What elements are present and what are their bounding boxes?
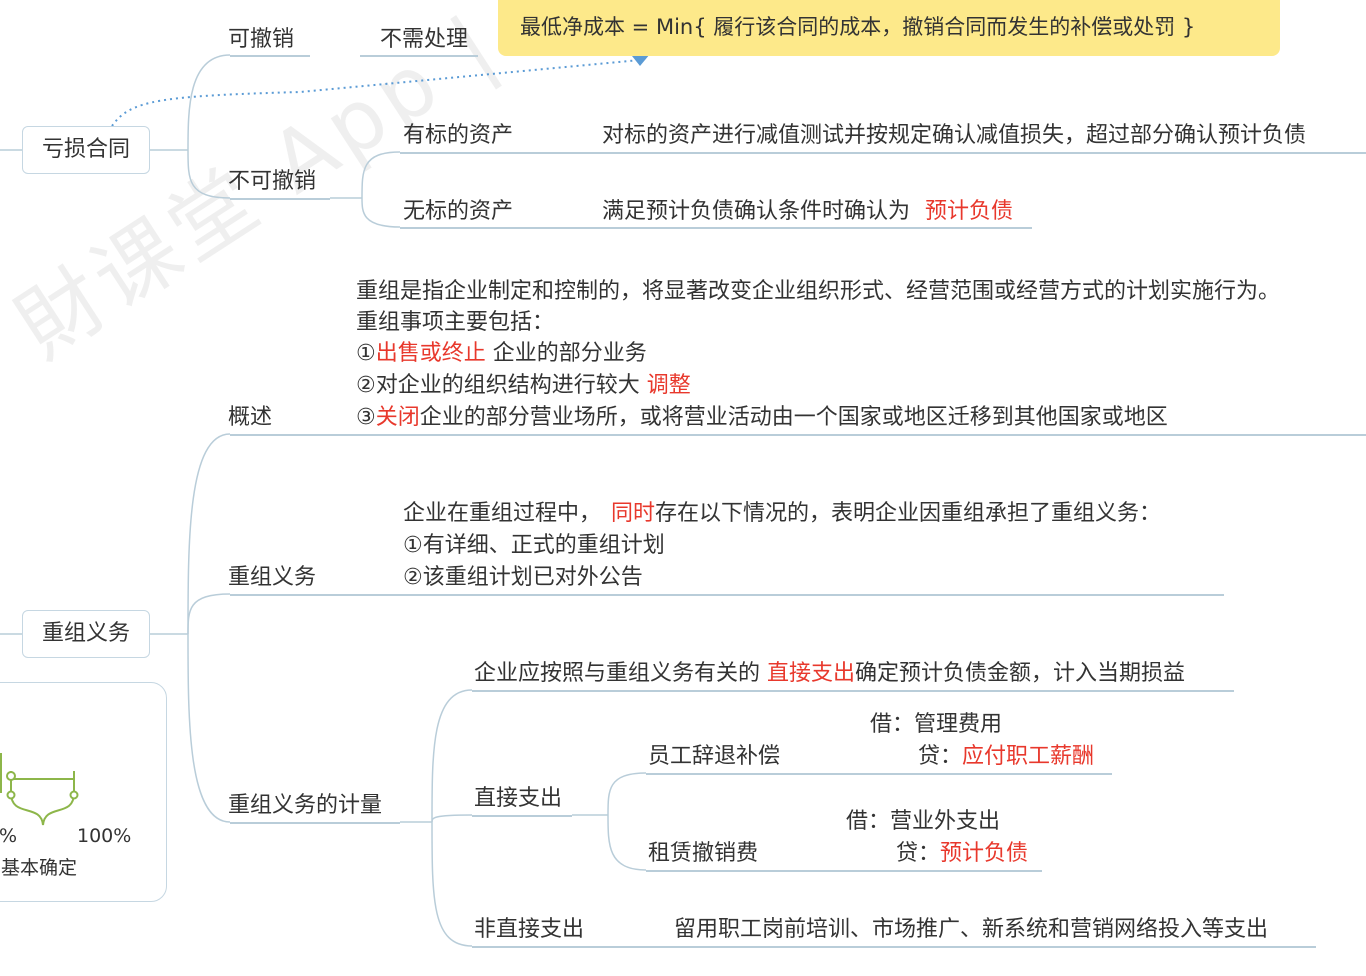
severance-credit: 贷：应付职工薪酬 — [918, 743, 1094, 771]
underline — [230, 434, 1366, 436]
lease-credit-prefix: 贷： — [896, 841, 941, 866]
obligation-line2: ①有详细、正式的重组计划 — [403, 533, 665, 558]
overview-node[interactable]: 概述 — [228, 404, 272, 432]
severance-credit-prefix: 贷： — [918, 744, 963, 769]
overview-line2: 重组事项主要包括： — [356, 310, 555, 335]
overview-item1-highlight: 出售或终止 — [375, 341, 486, 366]
measurement-summary-rest: 确定预计负债金额，计入当期损益 — [855, 661, 1186, 686]
irrevocable-node[interactable]: 不可撤销 — [228, 168, 316, 196]
underline — [646, 870, 1042, 872]
without-asset-result-prefix: 满足预计负债确认条件时确认为 — [602, 199, 911, 224]
underline — [230, 55, 310, 57]
underline — [472, 690, 1234, 692]
severance-credit-account: 应付职工薪酬 — [962, 744, 1095, 769]
underline — [230, 594, 1224, 596]
direct-expense-node[interactable]: 直接支出 — [474, 785, 562, 813]
without-asset-node[interactable]: 无标的资产 — [403, 198, 513, 226]
probability-scale-panel[interactable]: % 100% 基本确定 — [0, 682, 167, 902]
with-asset-result: 对标的资产进行减值测试并按规定确认减值损失，超过部分确认预计负债 — [602, 123, 1307, 148]
overview-item3: ③关闭企业的部分营业场所，或将营业活动由一个国家或地区迁移到其他国家或地区 — [356, 404, 1168, 432]
measurement-summary-highlight: 直接支出 — [767, 661, 856, 686]
obligation-line1-prefix: 企业在重组过程中， — [403, 501, 602, 526]
provision-highlight: 预计负债 — [925, 199, 1014, 224]
overview-item2-prefix: ②对企业的组织结构进行较大 — [356, 373, 647, 398]
overview-item1: ①出售或终止 企业的部分业务 — [356, 340, 647, 368]
min-net-cost-note[interactable]: 最低净成本 = Min{ 履行该合同的成本，撤销合同而发生的补偿或处罚 } — [498, 0, 1280, 56]
lease-node[interactable]: 租赁撤销费 — [648, 840, 758, 868]
overview-item3-highlight: 关闭 — [375, 405, 420, 430]
loss-contract-node[interactable]: 亏损合同 — [22, 126, 150, 174]
underline — [360, 55, 478, 57]
measurement-node[interactable]: 重组义务的计量 — [228, 792, 382, 820]
revocable-node[interactable]: 可撤销 — [228, 26, 294, 54]
measurement-summary-prefix: 企业应按照与重组义务有关的 — [474, 661, 767, 686]
obligation-line1-highlight: 同时 — [611, 501, 656, 526]
underline — [230, 822, 400, 824]
obligation-line3: ②该重组计划已对外公告 — [403, 565, 643, 590]
overview-item1-rest: 企业的部分业务 — [485, 341, 647, 366]
overview-item2: ②对企业的组织结构进行较大 调整 — [356, 372, 691, 400]
underline — [472, 946, 1316, 948]
percent-left-label: % — [0, 825, 18, 847]
measurement-summary: 企业应按照与重组义务有关的 直接支出确定预计负债金额，计入当期损益 — [474, 660, 1185, 688]
obligation-line1-rest: 存在以下情况的，表明企业因重组承担了重组义务： — [655, 501, 1162, 526]
overview-item3-prefix: ③ — [356, 405, 376, 430]
indirect-expense-node[interactable]: 非直接支出 — [474, 916, 584, 944]
underline — [230, 198, 330, 200]
with-asset-node[interactable]: 有标的资产 — [403, 122, 513, 150]
revocable-result: 不需处理 — [380, 27, 469, 52]
lease-debit: 借：营业外支出 — [846, 809, 1001, 834]
severance-node[interactable]: 员工辞退补偿 — [648, 743, 780, 771]
restructuring-node[interactable]: 重组义务 — [22, 610, 150, 658]
underline — [472, 815, 572, 817]
underline — [646, 773, 1112, 775]
underline — [400, 152, 1366, 154]
overview-item3-rest: 企业的部分营业场所，或将营业活动由一个国家或地区迁移到其他国家或地区 — [419, 405, 1168, 430]
obligation-line1: 企业在重组过程中， 同时存在以下情况的，表明企业因重组承担了重组义务： — [403, 500, 1161, 528]
virtually-certain-label: 基本确定 — [1, 857, 78, 879]
overview-line1: 重组是指企业制定和控制的，将显著改变企业组织形式、经营范围或经营方式的计划实施行… — [356, 279, 1281, 304]
indirect-expense-text: 留用职工岗前培训、市场推广、新系统和营销网络投入等支出 — [674, 917, 1269, 942]
overview-item2-highlight: 调整 — [646, 373, 691, 398]
percent-right-label: 100% — [77, 825, 132, 847]
lease-credit-account: 预计负债 — [940, 841, 1029, 866]
lease-credit: 贷：预计负债 — [896, 840, 1028, 868]
overview-item1-prefix: ① — [356, 341, 376, 366]
obligation-node[interactable]: 重组义务 — [228, 564, 316, 592]
underline — [400, 227, 1032, 229]
without-asset-result: 满足预计负债确认条件时确认为 预计负债 — [602, 198, 1013, 226]
severance-debit: 借：管理费用 — [870, 712, 1003, 737]
